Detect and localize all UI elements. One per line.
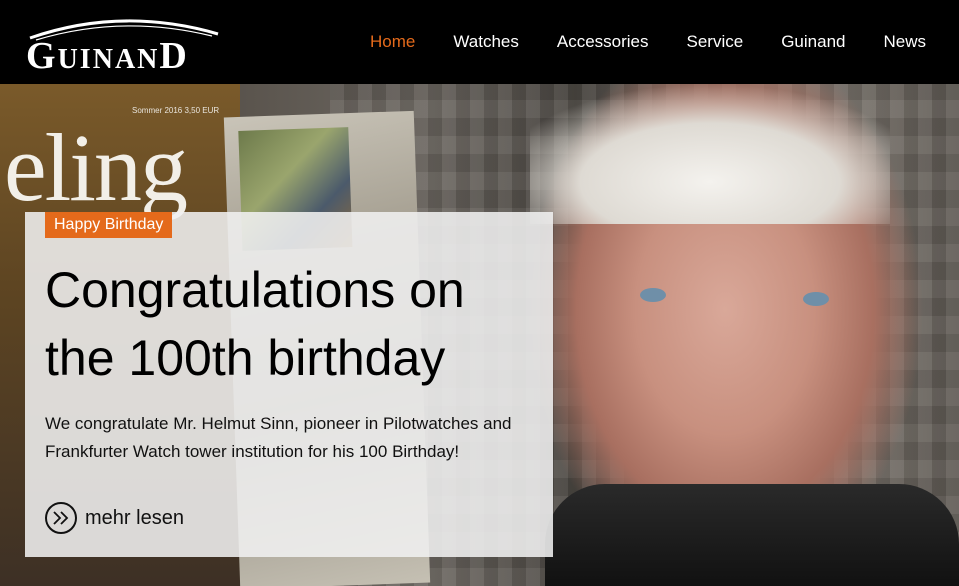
portrait-jacket	[545, 484, 959, 586]
portrait-eye-left	[640, 288, 666, 302]
nav-service[interactable]: Service	[668, 32, 763, 52]
hero-description: We congratulate Mr. Helmut Sinn, pioneer…	[45, 414, 512, 461]
hero-headline: Congratulations on the 100th birthday	[45, 262, 465, 386]
double-chevron-right-icon[interactable]	[45, 502, 77, 534]
guinand-logo[interactable]: GUINAND	[22, 12, 222, 77]
hero-text-card: Happy Birthday Congratulations on the 10…	[25, 212, 553, 557]
logo-text: GUINAND	[26, 35, 189, 77]
nav-watches[interactable]: Watches	[434, 32, 538, 52]
portrait-eye-right	[803, 292, 829, 306]
nav-news[interactable]: News	[864, 32, 945, 52]
nav-home[interactable]: Home	[351, 32, 434, 52]
magazine-title: eling	[4, 114, 188, 221]
happy-birthday-badge: Happy Birthday	[45, 212, 173, 238]
main-nav: Home Watches Accessories Service Guinand…	[351, 32, 945, 52]
portrait-hair	[530, 84, 890, 224]
read-more-link[interactable]: mehr lesen	[45, 502, 184, 534]
nav-guinand[interactable]: Guinand	[762, 32, 864, 52]
read-more-label[interactable]: mehr lesen	[85, 507, 184, 530]
navbar: GUINAND Home Watches Accessories Service…	[0, 0, 959, 84]
nav-accessories[interactable]: Accessories	[538, 32, 668, 52]
